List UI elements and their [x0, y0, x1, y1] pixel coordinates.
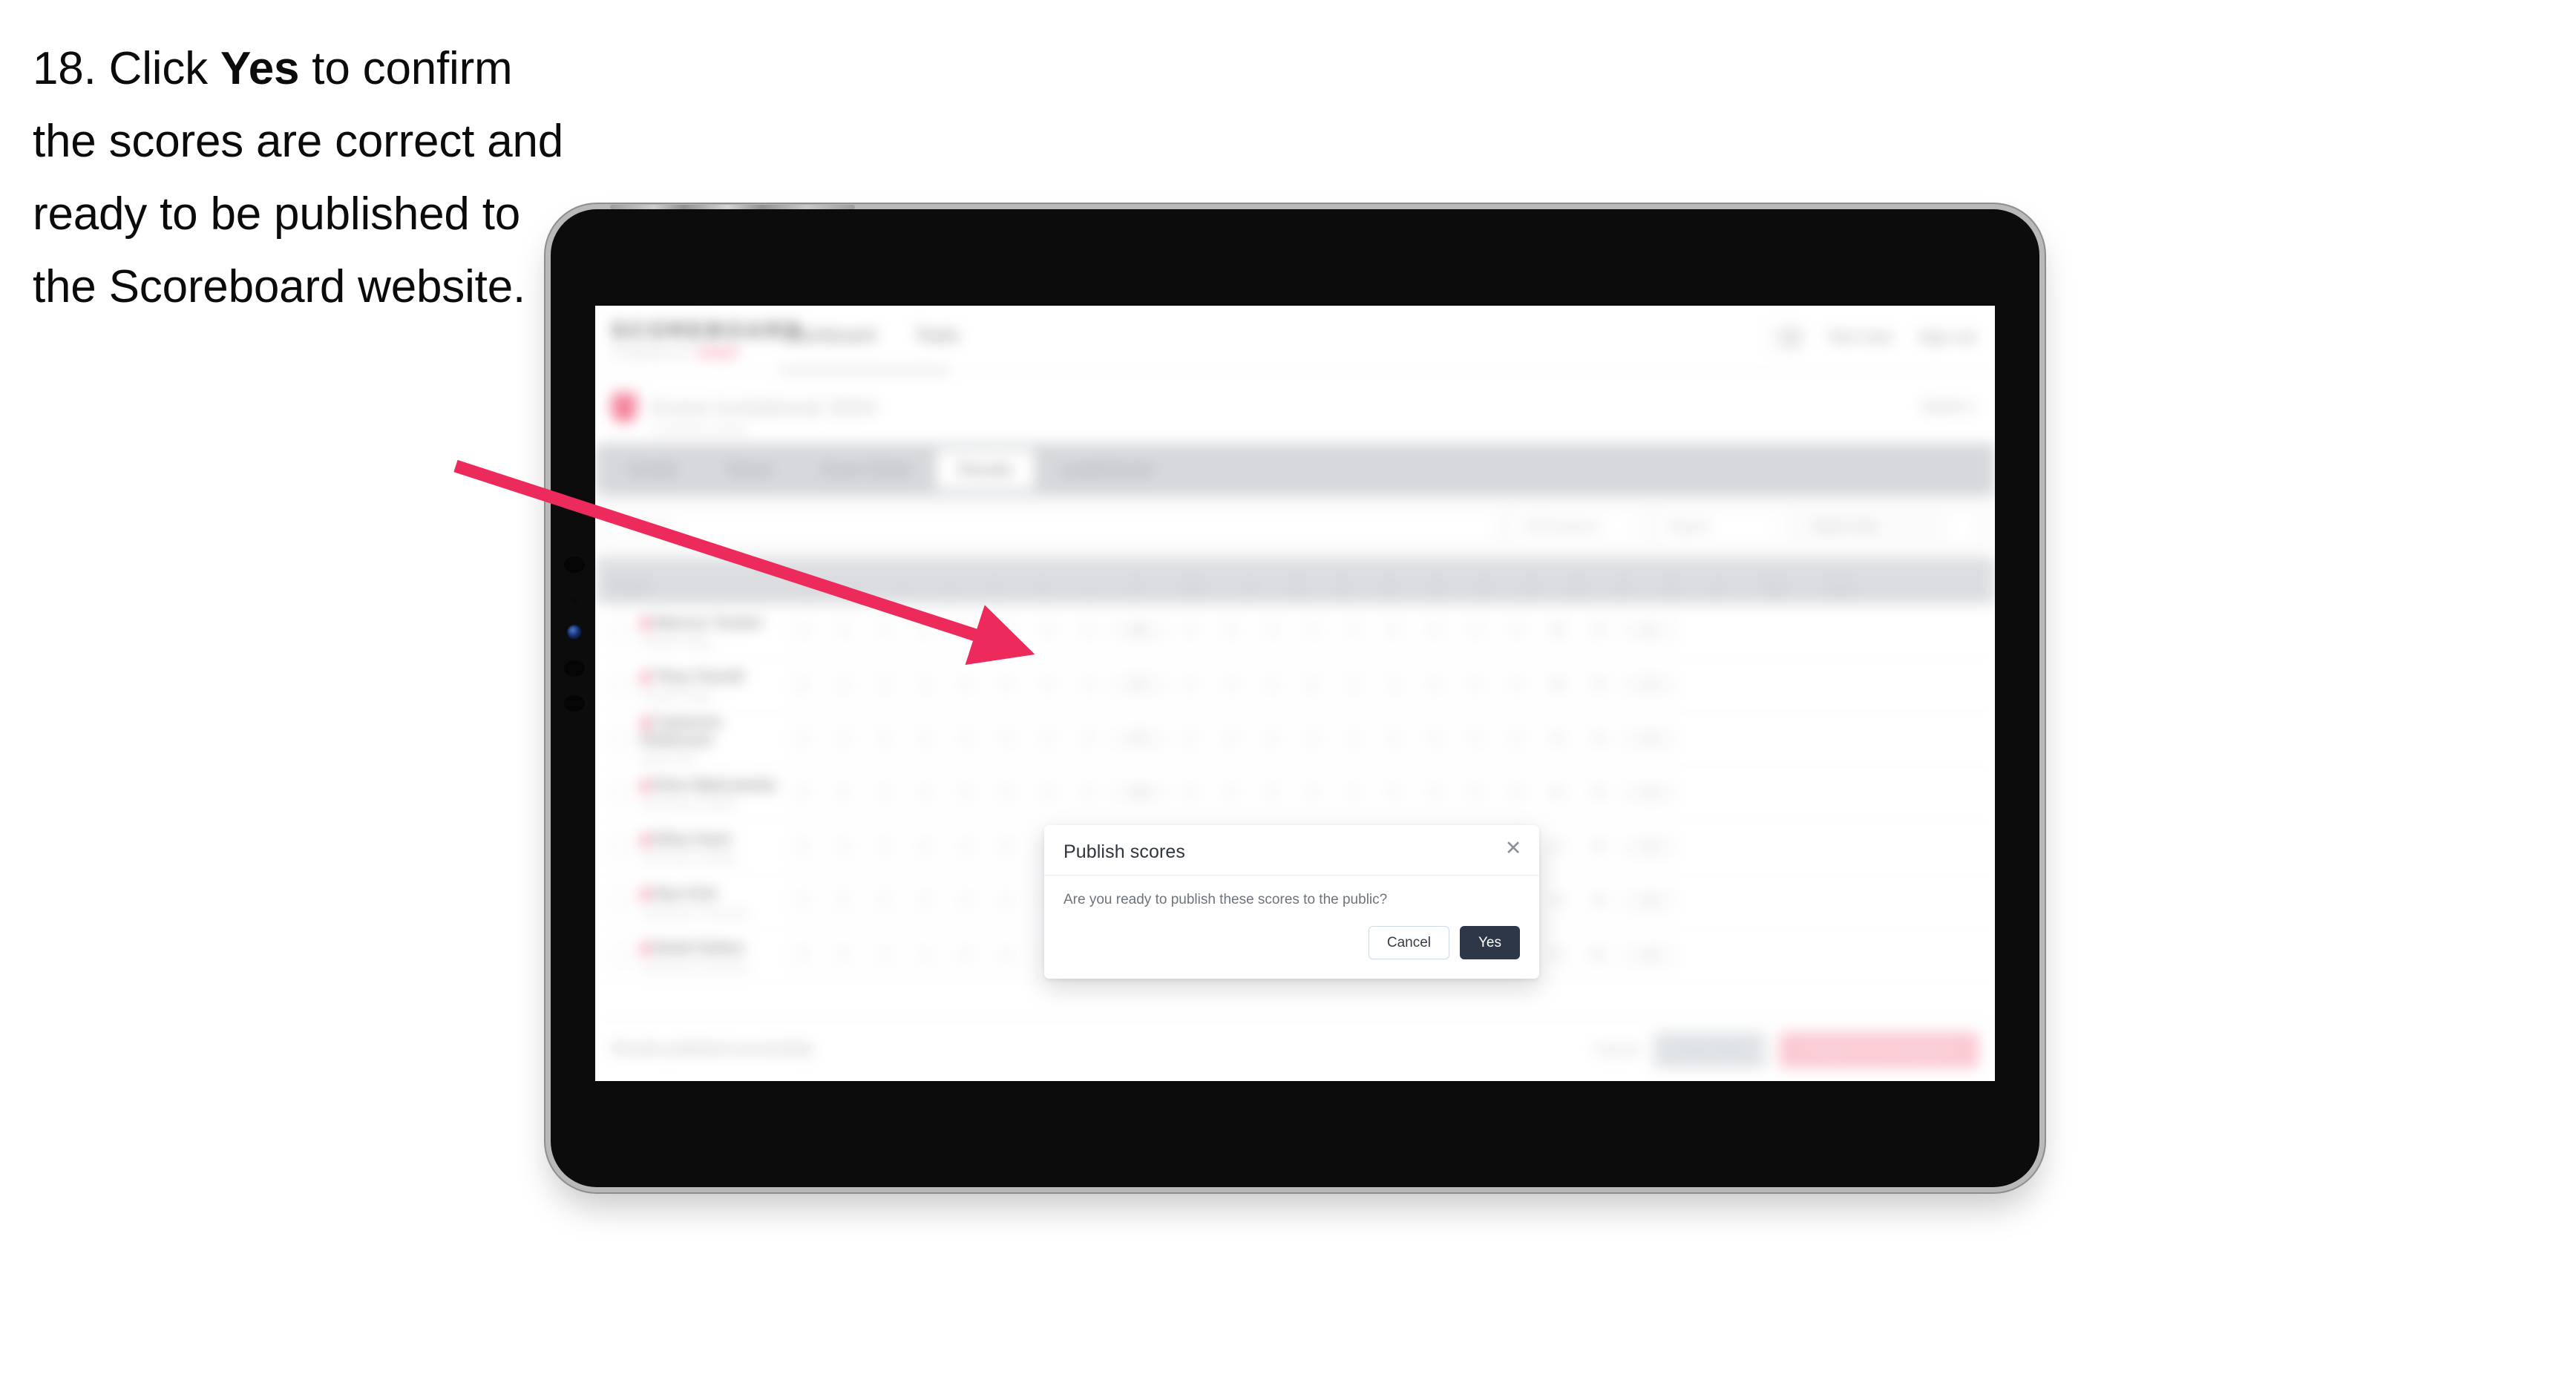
tablet-device-frame: SCOREBOARD POWERED BY SPORT Dashboard To…: [551, 205, 2039, 1187]
dialog-actions: Cancel Yes: [1044, 914, 1539, 979]
front-camera-icon: [567, 625, 582, 640]
dialog-header: Publish scores ✕: [1044, 825, 1539, 876]
speaker-grille-icon: [564, 556, 585, 573]
speaker-grille-secondary-icon: [564, 695, 585, 712]
instruction-bold-keyword: Yes: [220, 43, 300, 94]
cancel-button[interactable]: Cancel: [1368, 926, 1449, 959]
tablet-screen: SCOREBOARD POWERED BY SPORT Dashboard To…: [595, 306, 1995, 1081]
publish-scores-dialog: Publish scores ✕ Are you ready to publis…: [1044, 825, 1539, 979]
dialog-title: Publish scores: [1063, 841, 1185, 862]
yes-button[interactable]: Yes: [1460, 926, 1520, 959]
dialog-body-text: Are you ready to publish these scores to…: [1063, 892, 1388, 907]
close-icon[interactable]: ✕: [1502, 837, 1524, 859]
step-number: 18.: [33, 43, 96, 94]
microphone-icon: [571, 597, 578, 603]
instruction-before-bold: Click: [108, 43, 220, 94]
instruction-step-text: 18. Click Yes to confirm the scores are …: [33, 33, 567, 323]
device-top-antenna-band: [610, 205, 855, 209]
ambient-sensor-icon: [564, 660, 585, 677]
modal-layer: Publish scores ✕ Are you ready to publis…: [595, 306, 1995, 1081]
